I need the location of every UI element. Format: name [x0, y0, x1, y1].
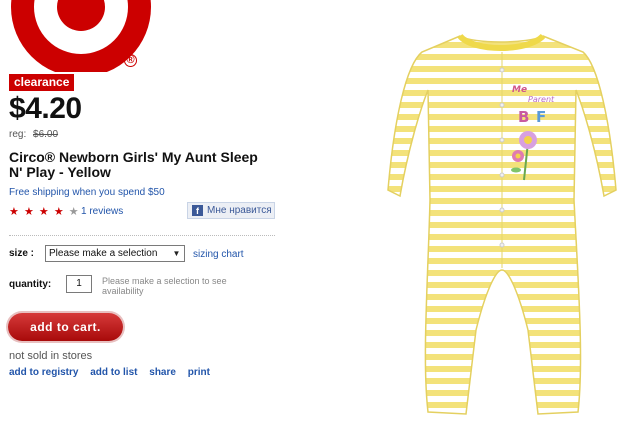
clearance-badge: clearance — [9, 74, 75, 91]
product-image[interactable]: Me Parent B F — [378, 30, 628, 422]
share-link[interactable]: share — [149, 367, 176, 378]
star-rating: ★ ★ ★ ★ ★ — [9, 205, 80, 218]
add-to-list-link[interactable]: add to list — [90, 367, 137, 378]
product-title-line1: Circo® Newborn Girls' My Aunt Sleep — [9, 149, 258, 165]
product-actions: add to registry add to list share print — [9, 367, 219, 378]
store-availability: not sold in stores — [9, 350, 93, 362]
add-to-cart-button[interactable]: add to cart. — [8, 313, 123, 341]
current-price: $4.20 — [9, 92, 82, 125]
sizing-chart-link[interactable]: sizing chart — [193, 249, 244, 260]
facebook-icon: f — [192, 205, 203, 216]
graphic-text-3: B — [518, 108, 529, 126]
dropdown-arrow-icon: ▼ — [172, 249, 181, 258]
star-filled-icon: ★ — [23, 206, 35, 218]
facebook-like-label: Мне нравится — [207, 205, 272, 216]
quantity-label: quantity: — [9, 279, 52, 290]
facebook-like-button[interactable]: f Мне нравится — [187, 202, 275, 219]
regular-price-value: $6.00 — [33, 129, 59, 140]
size-select[interactable]: Please make a selection ▼ — [45, 245, 185, 262]
quantity-input[interactable]: 1 — [66, 275, 92, 293]
graphic-text-1: Me — [512, 85, 527, 95]
availability-note: Please make a selection to see availabil… — [102, 276, 227, 296]
graphic-text-4: F — [536, 108, 546, 126]
add-to-registry-link[interactable]: add to registry — [9, 367, 78, 378]
print-link[interactable]: print — [188, 367, 210, 378]
star-filled-icon: ★ — [53, 206, 65, 218]
regular-price: reg: $6.00 — [9, 129, 58, 140]
star-empty-icon: ★ — [68, 206, 80, 218]
product-title-line2: N' Play - Yellow — [9, 164, 111, 180]
size-select-value: Please make a selection — [49, 248, 158, 259]
regular-price-label: reg: — [9, 129, 27, 140]
product-title: Circo® Newborn Girls' My Aunt Sleep N' P… — [9, 150, 279, 180]
star-filled-icon: ★ — [38, 206, 50, 218]
divider — [9, 235, 275, 236]
graphic-text-2: Parent — [528, 95, 555, 104]
reviews-link[interactable]: 1 reviews — [81, 206, 123, 217]
free-shipping-link[interactable]: Free shipping when you spend $50 — [9, 187, 165, 198]
registered-mark-icon: ® — [124, 54, 137, 67]
size-label: size : — [9, 248, 35, 259]
star-filled-icon: ★ — [9, 206, 20, 218]
